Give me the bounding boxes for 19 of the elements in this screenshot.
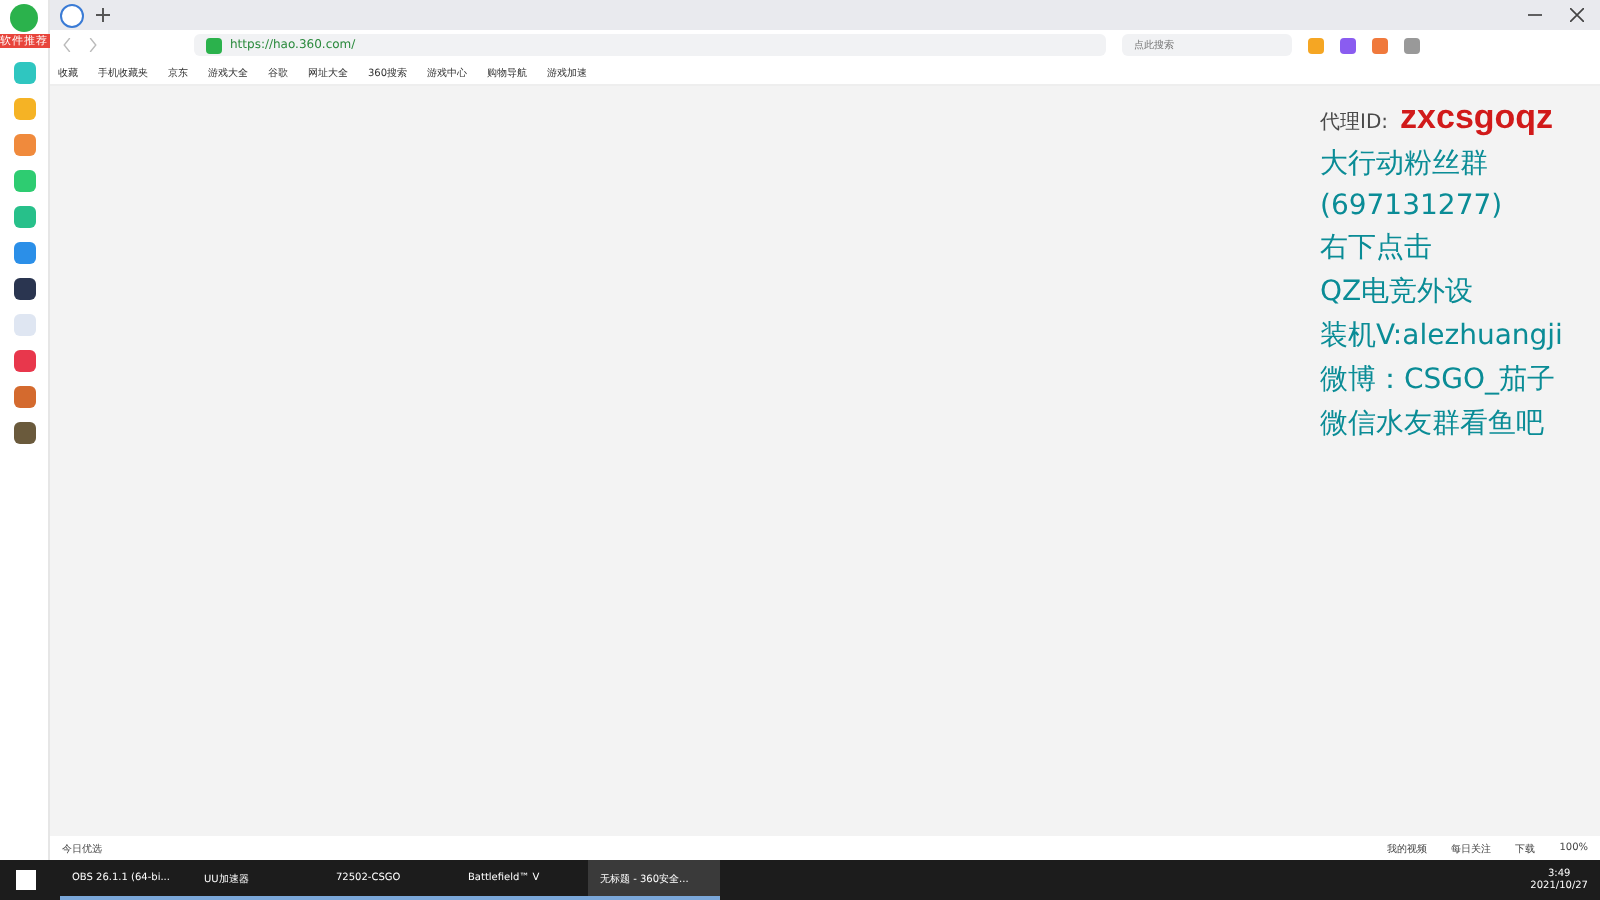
browser-logo-icon	[10, 4, 38, 32]
back-icon[interactable]	[62, 38, 72, 52]
overlay-text: 右下点击	[1320, 230, 1434, 266]
new-tab-icon[interactable]	[96, 8, 110, 22]
overlay-text: 装机V:alezhuangji	[1320, 318, 1565, 354]
overlay-text: 微信水友群看鱼吧	[1320, 406, 1546, 442]
overlay-label: 代理ID:	[1320, 110, 1389, 136]
sidebar-app-icon[interactable]	[13, 278, 35, 300]
overlay-id: zxcsgoqz	[1400, 98, 1554, 138]
browser-tab[interactable]	[60, 3, 84, 27]
minimize-icon[interactable]	[1528, 8, 1542, 22]
overlay-text: QZ电竞外设	[1320, 274, 1476, 310]
overlay-text: 大行动粉丝群	[1320, 146, 1490, 182]
overlay-text: (697131277)	[1320, 190, 1505, 222]
start-icon[interactable]	[16, 870, 36, 890]
overlay-text: 微博：CSGO_茄子	[1320, 362, 1558, 398]
close-icon[interactable]	[1570, 8, 1584, 22]
sidebar-app-icon[interactable]	[13, 422, 35, 444]
forward-icon[interactable]	[88, 38, 98, 52]
